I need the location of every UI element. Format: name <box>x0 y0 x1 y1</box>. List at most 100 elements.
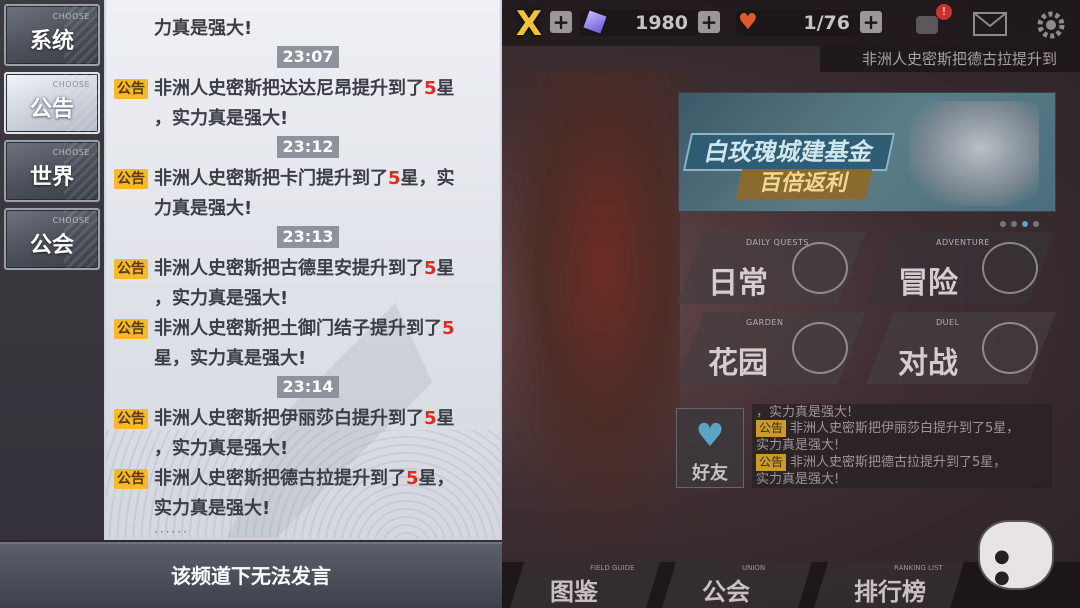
menu-en-label: DAILY QUESTS <box>746 238 809 247</box>
tab-choose-label: CHOOSE <box>52 216 90 225</box>
duel-icon <box>982 322 1038 374</box>
tab-guild[interactable]: CHOOSE 公会 <box>4 208 100 270</box>
announcement-tag: 公告 <box>756 454 787 471</box>
friends-button[interactable]: ♥ 好友 <box>676 408 744 488</box>
timestamp-chip: 23:13 <box>277 226 339 248</box>
notification-badge: ! <box>936 4 952 20</box>
mail-icon <box>973 12 1007 36</box>
nav-en-label: RANKING LIST <box>894 564 943 572</box>
banner-character-art <box>909 101 1039 206</box>
ranking-button[interactable]: 排行榜 RANKING LIST <box>814 562 964 608</box>
add-stamina-button[interactable]: + <box>860 11 882 33</box>
mini-chat-line: ，实力真是强大! <box>756 405 853 420</box>
announcement-message: 非洲人史密斯把伊丽莎白提升到了5星 <box>154 404 455 430</box>
message-text: 星 <box>436 78 455 99</box>
adventure-button[interactable]: ADVENTURE 冒险 <box>866 232 1056 304</box>
announcement-message: 非洲人史密斯把达达尼昂提升到了5星 <box>154 74 455 100</box>
garden-icon <box>792 322 848 374</box>
message-text: 星， <box>418 468 455 489</box>
tab-world[interactable]: CHOOSE 世界 <box>4 140 100 202</box>
mini-chat-line: 公告 非洲人史密斯把德古拉提升到了5星， <box>756 454 1046 471</box>
announcement-tag: 公告 <box>756 420 787 437</box>
message-continuation: ，实力真是强大! <box>154 438 289 459</box>
message-continuation: 力真是强大! <box>154 18 253 39</box>
nav-label: 公会 <box>702 578 750 606</box>
menu-cn-label: 日常 <box>708 266 768 301</box>
star-count: 5 <box>388 168 401 189</box>
banner-page-dots <box>1000 212 1044 231</box>
tab-label: 公告 <box>30 97 75 122</box>
more-messages-indicator: ······ <box>154 525 189 539</box>
tab-system[interactable]: CHOOSE 系统 <box>4 4 100 66</box>
union-button[interactable]: 公会 UNION <box>662 562 812 608</box>
announcement-tag: 公告 <box>114 409 148 429</box>
nav-label: 图鉴 <box>550 578 598 606</box>
message-continuation: 实力真是强大! <box>154 498 271 519</box>
mini-chat-line: 实力真是强大! <box>756 438 840 453</box>
message-continuation: 星，实力真是强大! <box>154 348 307 369</box>
announcement-ticker: 非洲人史密斯把德古拉提升到 <box>820 46 1080 72</box>
heart-icon: ♥ <box>738 10 758 35</box>
message-text: 星 <box>436 408 455 429</box>
field-guide-button[interactable]: 图鉴 FIELD GUIDE <box>510 562 660 608</box>
mini-chat-line: 实力真是强大! <box>756 472 840 487</box>
announcement-tag: 公告 <box>114 79 148 99</box>
announcement-tag: 公告 <box>114 169 148 189</box>
cat-mascot[interactable]: ● ● <box>978 520 1054 590</box>
message-text: 非洲人史密斯把土御门结子提升到了 <box>154 318 442 339</box>
gem-icon <box>583 10 607 34</box>
tab-choose-label: CHOOSE <box>52 12 90 21</box>
settings-button[interactable] <box>1034 8 1068 39</box>
add-currency-button[interactable]: + <box>550 11 572 33</box>
menu-cn-label: 对战 <box>898 346 958 381</box>
channel-tab-column: CHOOSE 系统 CHOOSE 公告 CHOOSE 世界 CHOOSE 公会 <box>0 0 104 540</box>
banner-title: 白玫瑰城建基金 <box>682 133 896 171</box>
gem-counter: 1980 <box>580 10 698 36</box>
message-text: 非洲人史密斯把古德里安提升到了 <box>154 258 424 279</box>
menu-cn-label: 冒险 <box>898 266 958 301</box>
friends-label: 好友 <box>692 463 728 484</box>
banner-subtitle: 百倍返利 <box>735 169 873 199</box>
garden-button[interactable]: GARDEN 花园 <box>676 312 866 384</box>
cannot-speak-notice: 该频道下无法发言 <box>171 564 331 588</box>
mini-chat-preview[interactable]: ，实力真是强大! 公告 非洲人史密斯把伊丽莎白提升到了5星， 实力真是强大! 公告… <box>752 404 1052 488</box>
announcement-message: 非洲人史密斯把土御门结子提升到了5 <box>154 314 455 340</box>
gear-icon <box>1037 11 1065 39</box>
tab-label: 世界 <box>30 165 75 190</box>
menu-en-label: GARDEN <box>746 318 784 327</box>
close-chat-button[interactable]: X <box>508 4 550 44</box>
message-text: 星，实 <box>400 168 455 189</box>
message-text: 非洲人史密斯把伊丽莎白提升到了 <box>154 408 424 429</box>
announcement-message: 非洲人史密斯把古德里安提升到了5星 <box>154 254 455 280</box>
message-continuation: 力真是强大! <box>154 198 253 219</box>
daily-quests-button[interactable]: DAILY QUESTS 日常 <box>676 232 866 304</box>
message-text: 星 <box>436 258 455 279</box>
menu-en-label: DUEL <box>936 318 960 327</box>
mail-button[interactable] <box>972 8 1007 38</box>
announcement-message: 非洲人史密斯把卡门提升到了5星，实 <box>154 164 455 190</box>
chat-log-panel[interactable]: 力真是强大! 23:07 公告 非洲人史密斯把达达尼昂提升到了5星 ，实力真是强大! 23… <box>104 0 502 540</box>
tab-announcement[interactable]: CHOOSE 公告 <box>4 72 100 134</box>
chat-input-bar: 该频道下无法发言 <box>0 542 502 608</box>
announcement-message: 非洲人史密斯把德古拉提升到了5星， <box>154 464 455 490</box>
message-continuation: ，实力真是强大! <box>154 108 289 129</box>
star-count: 5 <box>406 468 419 489</box>
add-gems-button[interactable]: + <box>698 11 720 33</box>
mini-chat-line: 公告 非洲人史密斯把伊丽莎白提升到了5星， <box>756 420 1046 437</box>
promo-banner[interactable]: 白玫瑰城建基金 百倍返利 <box>678 92 1056 212</box>
daily-quests-icon <box>792 242 848 294</box>
duel-button[interactable]: DUEL 对战 <box>866 312 1056 384</box>
heart-handshake-icon: ♥ <box>695 416 725 454</box>
stamina-count: 1/76 <box>803 12 850 34</box>
star-count: 5 <box>424 258 437 279</box>
announcement-tag: 公告 <box>114 469 148 489</box>
nav-en-label: UNION <box>742 564 766 572</box>
timestamp-chip: 23:14 <box>277 376 339 398</box>
announcement-tag: 公告 <box>114 319 148 339</box>
announcement-tag: 公告 <box>114 259 148 279</box>
tab-choose-label: CHOOSE <box>52 80 90 89</box>
stamina-counter: ♥ 1/76 <box>736 10 860 36</box>
character-artwork <box>490 70 680 550</box>
message-text: 非洲人史密斯把卡门提升到了 <box>154 168 388 189</box>
timestamp-chip: 23:12 <box>277 136 339 158</box>
